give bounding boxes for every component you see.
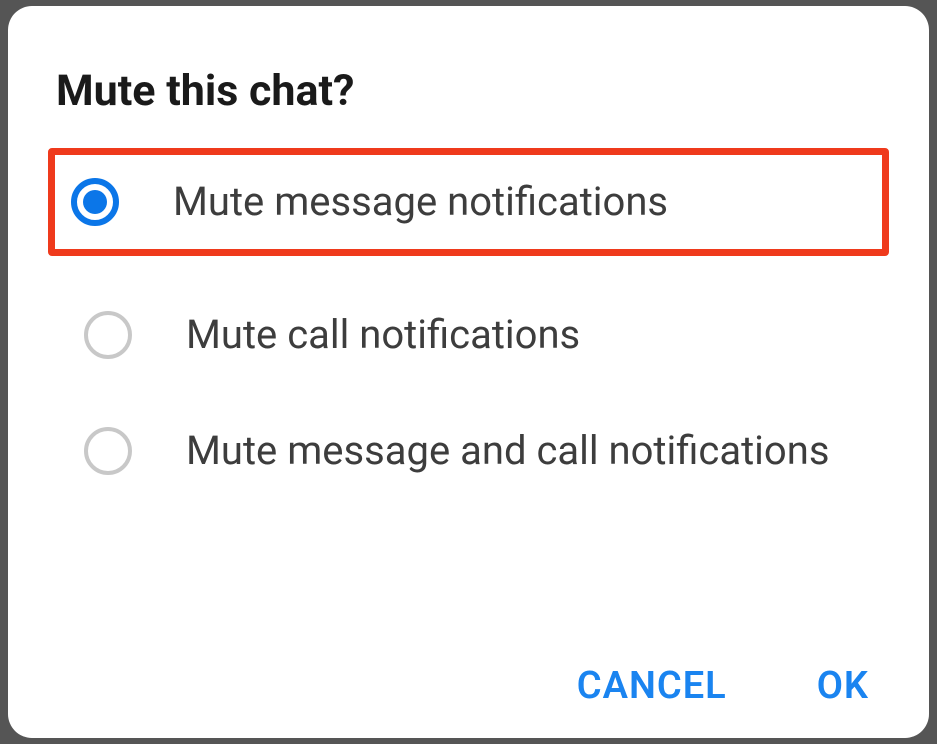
option-label: Mute message and call notifications — [186, 426, 829, 476]
radio-unselected-icon — [84, 427, 132, 475]
ok-button[interactable]: OK — [817, 664, 869, 708]
radio-unselected-icon — [84, 311, 132, 359]
option-mute-message-and-call-notifications[interactable]: Mute message and call notifications — [56, 408, 881, 494]
radio-selected-icon — [71, 178, 119, 226]
mute-chat-dialog: Mute this chat? Mute message notificatio… — [8, 6, 929, 738]
radio-options-container: Mute message notifications Mute call not… — [8, 148, 929, 494]
dialog-title: Mute this chat? — [8, 66, 929, 116]
option-label: Mute message notifications — [173, 177, 668, 227]
cancel-button[interactable]: CANCEL — [577, 664, 727, 708]
dialog-action-bar: CANCEL OK — [577, 664, 869, 708]
option-mute-message-notifications[interactable]: Mute message notifications — [48, 148, 889, 256]
option-label: Mute call notifications — [186, 310, 580, 360]
option-mute-call-notifications[interactable]: Mute call notifications — [56, 292, 881, 378]
